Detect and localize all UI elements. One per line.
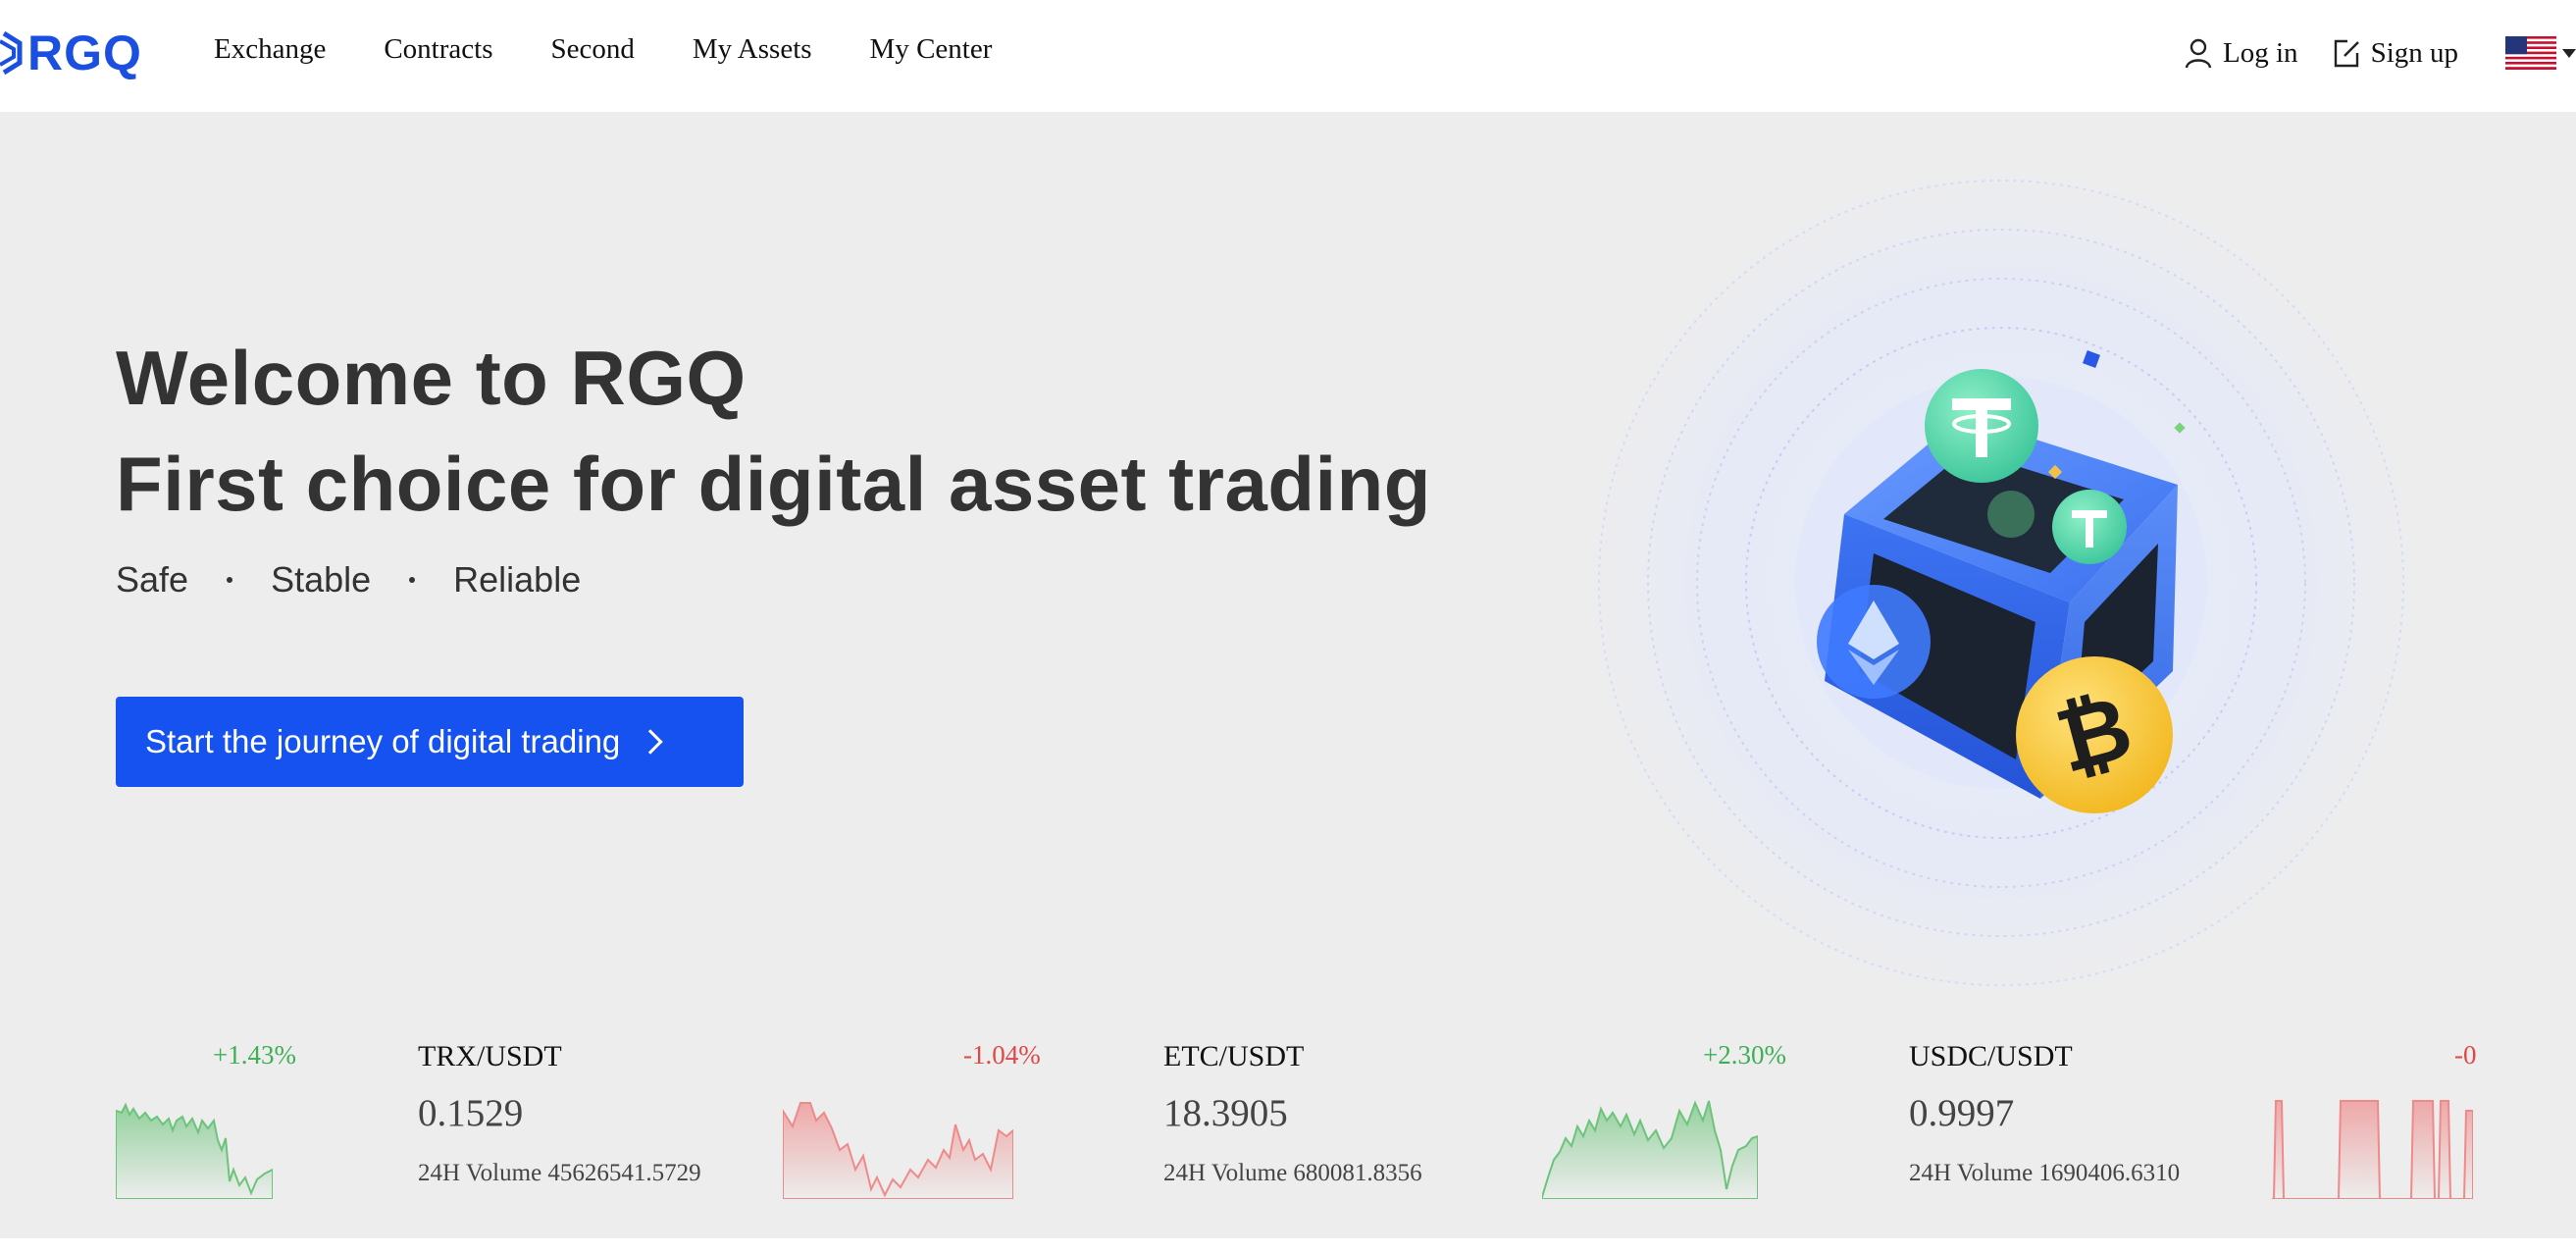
ticker-volume: 24H Volume 680081.8356 — [1163, 1160, 1422, 1186]
logo-mark-icon — [0, 30, 23, 76]
ticker-change: -1.04% — [963, 1040, 1041, 1070]
main-nav: Exchange Contracts Second My Assets My C… — [214, 33, 1050, 66]
logo-text: RGQ — [27, 26, 142, 80]
ticker-pair: TRX/USDT — [418, 1040, 562, 1072]
cta-label: Start the journey of digital trading — [145, 723, 621, 759]
separator-dot — [227, 577, 233, 583]
ticker-change: +1.43% — [213, 1040, 296, 1070]
ticker-volume: 24H Volume 1690406.6310 — [1909, 1160, 2181, 1186]
sparkline-chart — [2272, 1100, 2473, 1199]
nav-second[interactable]: Second — [551, 33, 635, 66]
ticker-pair: ETC/USDT — [1163, 1040, 1305, 1072]
crypto-cube-illustration: ₿ — [1584, 166, 2418, 1000]
start-trading-button[interactable]: Start the journey of digital trading — [116, 697, 744, 787]
edit-icon — [2334, 39, 2359, 68]
signup-label: Sign up — [2370, 36, 2458, 69]
tagline-safe: Safe — [116, 559, 189, 600]
nav-my-center[interactable]: My Center — [870, 33, 993, 66]
ticker-price: 18.3905 — [1163, 1092, 1288, 1134]
hero-tagline: Safe Stable Reliable — [116, 559, 581, 601]
hero-title-line1: Welcome to RGQ — [116, 335, 747, 421]
nav-exchange[interactable]: Exchange — [214, 33, 326, 66]
sparkline-chart — [783, 1102, 1013, 1199]
chevron-down-icon — [2562, 48, 2576, 58]
hero-section: Welcome to RGQ First choice for digital … — [0, 112, 2576, 1238]
ticker-volume: 24H Volume 45626541.5729 — [418, 1160, 701, 1186]
user-icon — [2185, 38, 2212, 69]
us-flag-icon — [2505, 36, 2556, 70]
hero-title-line2: First choice for digital asset trading — [116, 441, 1431, 527]
tagline-stable: Stable — [271, 559, 372, 600]
auth-area: Log in Sign up — [2184, 31, 2576, 75]
login-label: Log in — [2223, 36, 2298, 69]
ticker-price: 0.9997 — [1909, 1092, 2015, 1134]
nav-contracts[interactable]: Contracts — [384, 33, 492, 66]
separator-dot — [409, 577, 416, 583]
login-button[interactable]: Log in — [2184, 37, 2298, 70]
nav-my-assets[interactable]: My Assets — [693, 33, 812, 66]
ticker-change: +2.30% — [1703, 1040, 1786, 1070]
chevron-right-icon — [638, 729, 664, 755]
language-selector[interactable] — [2492, 36, 2576, 70]
ticker-price: 0.1529 — [418, 1092, 524, 1134]
tagline-reliable: Reliable — [453, 559, 582, 600]
brand-logo[interactable]: RGQ — [0, 24, 142, 82]
sparkline-chart — [1542, 1100, 1758, 1199]
ticker-change: -0 — [2454, 1040, 2477, 1070]
sparkline-chart — [116, 1102, 273, 1199]
top-header: RGQ Exchange Contracts Second My Assets … — [0, 0, 2576, 112]
ticker-pair: USDC/USDT — [1909, 1040, 2073, 1072]
signup-button[interactable]: Sign up — [2332, 37, 2458, 70]
